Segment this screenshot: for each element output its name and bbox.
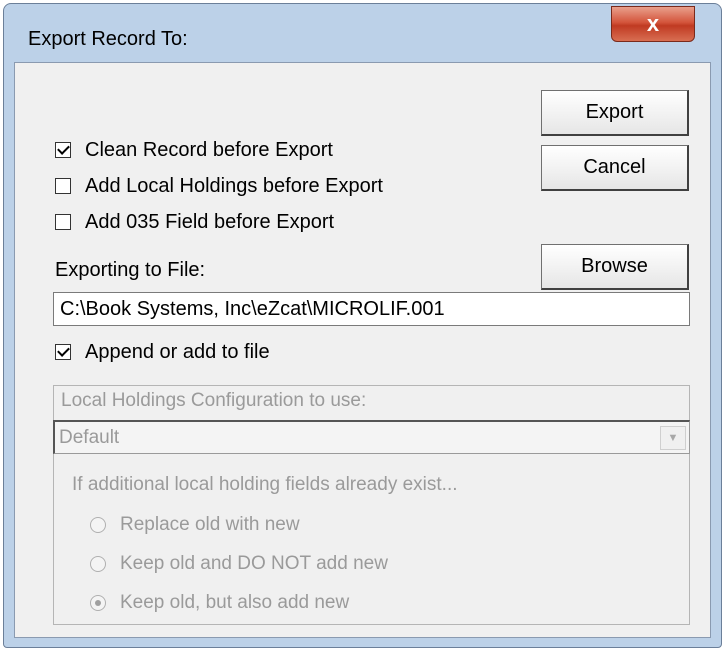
chevron-down-icon[interactable]: ▼ bbox=[660, 425, 686, 450]
export-button[interactable]: Export bbox=[541, 90, 689, 136]
add-035-field-option[interactable]: Add 035 Field before Export bbox=[55, 209, 334, 235]
dialog-title: Export Record To: bbox=[28, 28, 188, 50]
replace-old-option[interactable]: Replace old with new bbox=[90, 512, 300, 538]
append-label: Append or add to file bbox=[85, 340, 270, 363]
clean-record-checkbox[interactable] bbox=[55, 142, 71, 158]
replace-old-radio[interactable] bbox=[90, 517, 106, 533]
local-holdings-config-label: Local Holdings Configuration to use: bbox=[61, 390, 367, 411]
append-option[interactable]: Append or add to file bbox=[55, 339, 270, 365]
browse-button[interactable]: Browse bbox=[541, 244, 689, 290]
cancel-button[interactable]: Cancel bbox=[541, 145, 689, 191]
existing-fields-label: If additional local holding fields alrea… bbox=[72, 474, 458, 495]
add-035-field-label: Add 035 Field before Export bbox=[85, 210, 335, 233]
close-button[interactable]: x bbox=[611, 6, 695, 42]
add-035-field-checkbox[interactable] bbox=[55, 214, 71, 230]
selected-config-value: Default bbox=[59, 426, 120, 448]
keep-old-no-add-radio[interactable] bbox=[90, 556, 106, 572]
local-holdings-group: Local Holdings Configuration to use: Def… bbox=[53, 385, 690, 625]
add-local-holdings-option[interactable]: Add Local Holdings before Export bbox=[55, 173, 383, 199]
add-local-holdings-checkbox[interactable] bbox=[55, 178, 71, 194]
add-local-holdings-label: Add Local Holdings before Export bbox=[85, 174, 383, 197]
export-file-path-input[interactable] bbox=[53, 292, 690, 326]
keep-old-add-new-option[interactable]: Keep old, but also add new bbox=[90, 590, 349, 616]
export-dialog: Export Record To: x Export Cancel Clean … bbox=[3, 3, 722, 648]
append-checkbox[interactable] bbox=[55, 344, 71, 360]
export-file-label: Exporting to File: bbox=[55, 259, 206, 281]
close-icon: x bbox=[646, 11, 660, 36]
keep-old-add-new-radio[interactable] bbox=[90, 595, 106, 611]
dialog-body: Export Cancel Clean Record before Export… bbox=[14, 62, 711, 638]
clean-record-label: Clean Record before Export bbox=[85, 138, 333, 161]
clean-record-option[interactable]: Clean Record before Export bbox=[55, 137, 333, 163]
keep-old-no-add-label: Keep old and DO NOT add new bbox=[120, 553, 388, 574]
keep-old-no-add-option[interactable]: Keep old and DO NOT add new bbox=[90, 551, 388, 577]
replace-old-label: Replace old with new bbox=[120, 514, 300, 535]
local-holdings-config-select[interactable]: Default ▼ bbox=[53, 420, 690, 454]
title-bar[interactable]: Export Record To: x bbox=[4, 4, 721, 50]
keep-old-add-new-label: Keep old, but also add new bbox=[120, 592, 350, 613]
